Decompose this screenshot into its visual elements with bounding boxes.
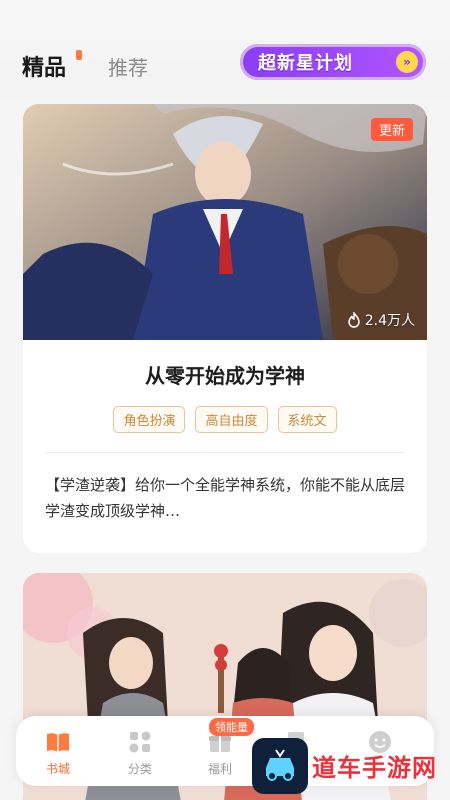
nav-label: 书城 (45, 762, 70, 776)
nav-label: 分类 (127, 762, 152, 776)
nav-label: 福利 (207, 762, 232, 776)
top-header: 精品 推荐 超新星计划 » (0, 0, 450, 100)
story-card[interactable]: 更新 2.4万人 从零开始成为学神 角色扮演 高自由度 系统文 【学渣逆袭】给你… (23, 104, 427, 553)
supernova-plan-banner[interactable]: 超新星计划 » (240, 44, 426, 80)
tag-system-novel[interactable]: 系统文 (277, 406, 337, 433)
flame-icon (347, 312, 361, 328)
tab-featured[interactable]: 精品 (22, 50, 66, 82)
story-title[interactable]: 从零开始成为学神 (23, 360, 427, 389)
nav-category[interactable]: 分类 (110, 728, 170, 777)
tab-active-indicator (76, 50, 82, 60)
welfare-badge: 领能量 (209, 718, 254, 736)
tag-role-play[interactable]: 角色扮演 (113, 406, 186, 433)
heat-value: 2.4万人 (364, 313, 415, 329)
cover-illustration (23, 104, 427, 340)
book-icon (44, 728, 72, 756)
heat-count: 2.4万人 (347, 310, 415, 330)
car-logo-icon (252, 738, 308, 794)
story-description: 【学渣逆袭】给你一个全能学神系统，你能不能从底层学渣变成顶级学神… (45, 476, 406, 520)
watermark-text: 道车手游网 (312, 754, 437, 782)
tab-recommend[interactable]: 推荐 (108, 52, 148, 81)
grid-icon (126, 728, 154, 756)
nav-bookstore[interactable]: 书城 (28, 728, 88, 777)
tag-list: 角色扮演 高自由度 系统文 (23, 406, 427, 433)
site-watermark: 道车手游网 (252, 738, 450, 800)
tag-high-freedom[interactable]: 高自由度 (195, 406, 268, 433)
promo-label: 超新星计划 (258, 53, 353, 74)
divider (45, 452, 405, 453)
double-chevron-right-icon: » (396, 51, 418, 73)
story-cover-image: 更新 2.4万人 (23, 104, 427, 340)
update-badge: 更新 (370, 118, 413, 141)
